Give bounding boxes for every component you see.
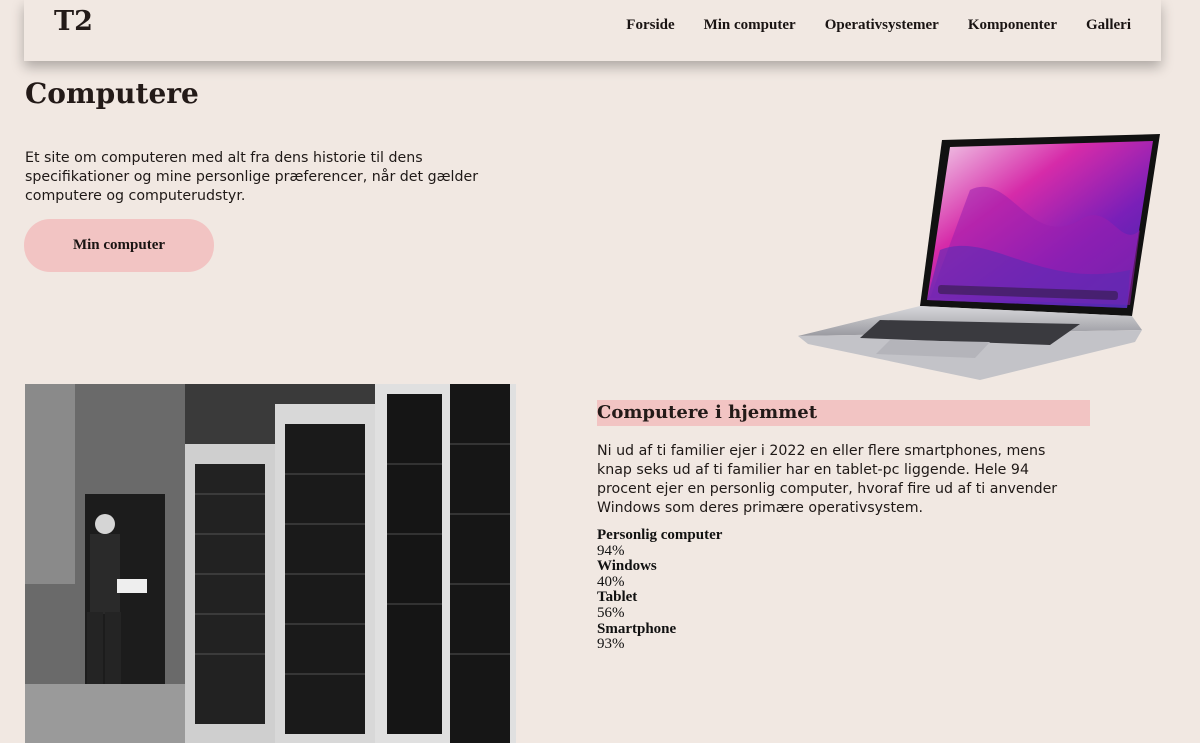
main-nav: Forside Min computer Operativsystemer Ko… <box>626 17 1131 34</box>
nav-link-forside[interactable]: Forside <box>626 17 674 34</box>
stat-value: 40% <box>597 573 625 590</box>
stat-label: Windows <box>597 558 657 575</box>
stat-label: Smartphone <box>597 620 677 637</box>
intro-text: Et site om computeren med alt fra dens h… <box>25 150 479 204</box>
nav-link-galleri[interactable]: Galleri <box>1086 17 1131 34</box>
stat-value: 56% <box>597 604 625 621</box>
nav-link-komponenter[interactable]: Komponenter <box>968 17 1057 34</box>
stat-value: 94% <box>597 542 625 559</box>
page-title: Computere <box>25 77 199 110</box>
section-text: Ni ud af ti familier ejer i 2022 en elle… <box>597 443 1058 516</box>
stat-value: 93% <box>597 636 625 653</box>
stat-label: Tablet <box>597 589 638 606</box>
nav-link-min-computer[interactable]: Min computer <box>704 17 796 34</box>
stat-label: Personlig computer <box>597 527 723 543</box>
site-logo[interactable]: T2 <box>54 6 93 37</box>
stats-list: Personlig computer 94% Windows 40% Table… <box>597 527 897 653</box>
laptop-image <box>798 134 1160 380</box>
nav-link-operativsystemer[interactable]: Operativsystemer <box>825 17 939 34</box>
min-computer-button[interactable]: Min computer <box>24 219 214 272</box>
site-header: T2 Forside Min computer Operativsystemer… <box>24 0 1161 61</box>
historic-computer-photo <box>25 384 516 743</box>
section-title: Computere i hjemmet <box>597 400 1090 426</box>
